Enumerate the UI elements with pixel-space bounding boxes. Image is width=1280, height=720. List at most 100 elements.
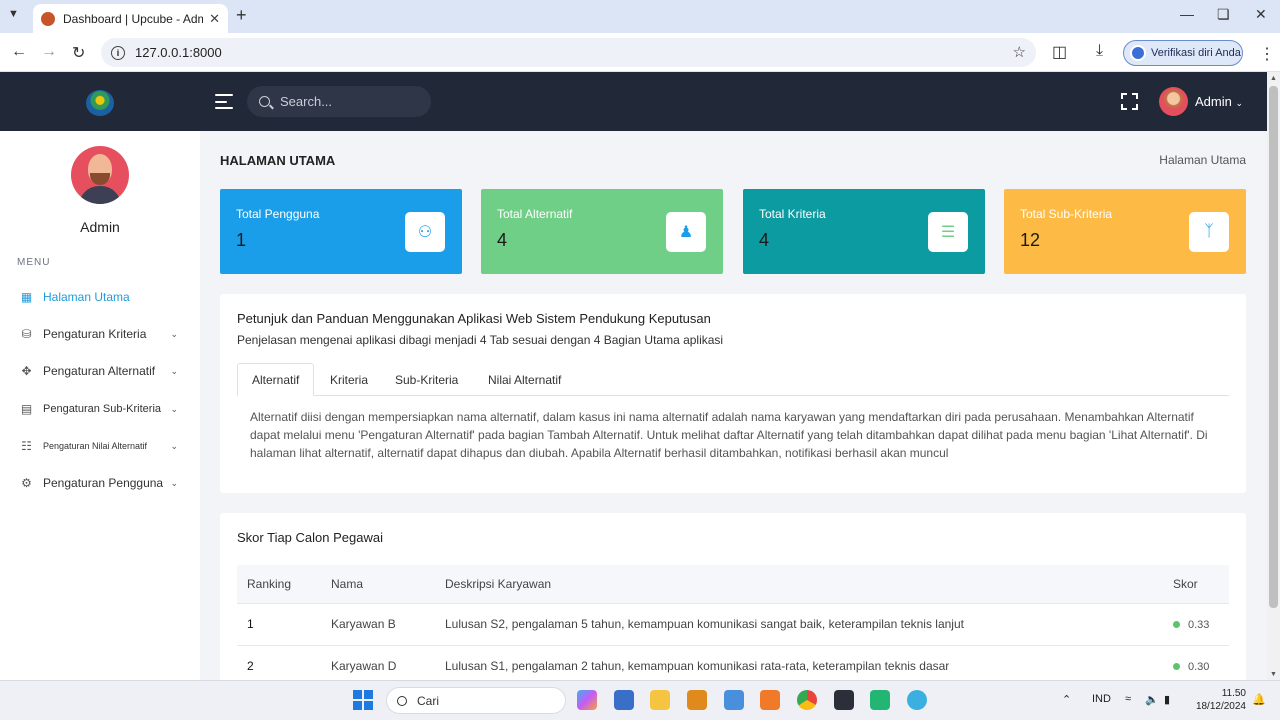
branch-icon: ᛉ	[1189, 212, 1229, 252]
page-scrollbar[interactable]: ▲ ▼	[1267, 72, 1280, 680]
stat-value: 12	[1020, 230, 1041, 250]
new-tab-icon[interactable]: +	[236, 5, 247, 26]
database-icon: ⛁	[21, 327, 32, 341]
menu-toggle-icon[interactable]	[215, 94, 233, 109]
guide-subtitle: Penjelasan mengenai aplikasi dibagi menj…	[237, 333, 724, 347]
user-tie-icon: ♟	[666, 212, 706, 252]
stat-label: Total Kriteria	[759, 207, 826, 221]
scrollbar-thumb[interactable]	[1269, 86, 1278, 608]
close-window-icon[interactable]: ✕	[1255, 6, 1267, 23]
score-value: 0.30	[1188, 661, 1210, 673]
volume-icon[interactable]: 🔈	[1145, 693, 1159, 706]
page-title: HALAMAN UTAMA	[220, 153, 336, 168]
user-cog-icon: ⚙	[21, 476, 32, 490]
tab-content: Alternatif diisi dengan mempersiapkan na…	[250, 410, 1208, 460]
header-user-name: Admin	[1195, 94, 1232, 109]
clipboard-icon: ☷	[21, 439, 32, 453]
status-dot-icon	[1173, 621, 1180, 629]
notification-bell-icon[interactable]: 🔔	[1252, 693, 1266, 706]
minimize-icon[interactable]: —	[1180, 6, 1194, 22]
score-value: 0.33	[1188, 619, 1210, 631]
forward-icon[interactable]: →	[41, 43, 57, 61]
score-card: Skor Tiap Calon Pegawai Ranking Nama Des…	[220, 513, 1246, 688]
file-explorer-icon[interactable]	[650, 690, 670, 710]
status-dot-icon	[1173, 663, 1180, 671]
maximize-icon[interactable]: ❏	[1217, 6, 1230, 23]
bookmark-star-icon[interactable]: ☆	[1013, 43, 1026, 61]
site-info-icon[interactable]: i	[111, 45, 125, 60]
chevron-down-icon: ⌄	[170, 365, 178, 376]
header-avatar[interactable]	[1159, 87, 1188, 116]
table-header-row: Ranking Nama Deskripsi Karyawan Skor	[237, 565, 1229, 604]
search-box[interactable]	[247, 86, 431, 117]
tab-kriteria[interactable]: Kriteria	[316, 363, 382, 396]
download-icon[interactable]: ⤓	[1096, 42, 1103, 60]
verify-identity-button[interactable]: Verifikasi diri Anda	[1123, 40, 1243, 66]
sidebar-item-pengaturan-sub-kriteria[interactable]: ▤ Pengaturan Sub-Kriteria ⌄	[20, 399, 190, 419]
browser-toolbar: ← → ↻ i 127.0.0.1:8000 ☆ ◫ ⤓	[0, 33, 1280, 72]
search-icon	[259, 96, 270, 107]
wifi-icon[interactable]: ≈	[1125, 693, 1131, 705]
tab-alternatif[interactable]: Alternatif	[237, 363, 315, 396]
breadcrumb[interactable]: Halaman Utama	[1159, 153, 1246, 167]
desc-cell: Lulusan S2, pengalaman 5 tahun, kemampua…	[435, 603, 1163, 646]
search-input[interactable]	[280, 94, 410, 109]
tray-chevron-up-icon[interactable]: ⌃	[1062, 693, 1071, 706]
stat-value: 1	[236, 230, 247, 250]
sidebar-avatar	[71, 146, 129, 204]
scroll-down-icon[interactable]: ▼	[1270, 671, 1277, 678]
tab-list-icon[interactable]: ▼	[8, 8, 19, 20]
stat-card-alternatif: Total Alternatif 4 ♟	[481, 189, 723, 274]
stat-card-kriteria: Total Kriteria 4 ☰	[743, 189, 985, 274]
sidebar-item-pengaturan-pengguna[interactable]: ⚙ Pengaturan Pengguna ⌄	[20, 473, 190, 493]
stat-label: Total Alternatif	[497, 207, 573, 221]
sidebar-item-label: Pengaturan Nilai Alternatif	[43, 441, 148, 451]
language-indicator[interactable]: IND	[1092, 693, 1111, 705]
back-icon[interactable]: ←	[11, 43, 27, 61]
sidebar-item-pengaturan-kriteria[interactable]: ⛁ Pengaturan Kriteria ⌄	[20, 324, 190, 344]
pycharm-icon[interactable]	[870, 690, 890, 710]
terminal-icon[interactable]	[834, 690, 854, 710]
tab-sub-kriteria[interactable]: Sub-Kriteria	[381, 363, 472, 396]
reload-icon[interactable]: ↻	[72, 43, 85, 63]
user-dropdown[interactable]: Admin ⌄	[1195, 94, 1243, 109]
profile-icon	[1130, 45, 1146, 61]
windows-start-icon[interactable]	[353, 690, 373, 710]
fullscreen-icon[interactable]	[1121, 93, 1138, 110]
sidebar-item-pengaturan-alternatif[interactable]: ✥ Pengaturan Alternatif ⌄	[20, 361, 190, 381]
chrome-icon[interactable]	[797, 690, 817, 710]
chevron-down-icon: ⌄	[170, 328, 178, 339]
notepad-icon[interactable]	[724, 690, 744, 710]
sidebar-item-label: Pengaturan Alternatif	[43, 364, 156, 378]
column-header: Deskripsi Karyawan	[435, 565, 1163, 604]
browser-menu-icon[interactable]: ⋮	[1259, 44, 1275, 64]
scroll-up-icon[interactable]: ▲	[1270, 75, 1277, 82]
xampp-icon[interactable]	[760, 690, 780, 710]
stat-card-sub-kriteria: Total Sub-Kriteria 12 ᛉ	[1004, 189, 1246, 274]
clock-time: 11.50	[1221, 688, 1246, 699]
sidebar-item-pengaturan-nilai-alternatif[interactable]: ☷ Pengaturan Nilai Alternatif ⌄	[20, 436, 190, 456]
extensions-icon[interactable]: ◫	[1052, 42, 1067, 62]
address-bar[interactable]: i 127.0.0.1:8000 ☆	[101, 38, 1036, 67]
column-header: Ranking	[237, 565, 321, 604]
tab-nilai-alternatif[interactable]: Nilai Alternatif	[474, 363, 575, 396]
guide-card: Petunjuk dan Panduan Menggunakan Aplikas…	[220, 294, 1246, 493]
close-tab-icon[interactable]: ✕	[209, 11, 220, 27]
chevron-down-icon: ⌄	[170, 440, 178, 451]
network-app-icon[interactable]	[614, 690, 634, 710]
sublime-text-icon[interactable]	[687, 690, 707, 710]
url-text[interactable]: 127.0.0.1:8000	[135, 45, 222, 60]
guide-tabs: Alternatif Kriteria Sub-Kriteria Nilai A…	[237, 363, 1229, 396]
sidebar-user-name: Admin	[80, 219, 120, 235]
browser-tab[interactable]: Dashboard | Upcube - Admin & ✕	[33, 4, 228, 33]
copilot-icon[interactable]	[577, 690, 597, 710]
app-logo[interactable]	[86, 90, 114, 116]
battery-icon[interactable]: ▮	[1164, 693, 1170, 706]
sidebar-item-label: Pengaturan Pengguna	[43, 476, 164, 490]
column-header: Nama	[321, 565, 435, 604]
score-title: Skor Tiap Calon Pegawai	[237, 530, 383, 545]
browser-app-icon[interactable]	[907, 690, 927, 710]
taskbar-search[interactable]: Cari	[386, 687, 566, 714]
taskbar-clock[interactable]: 11.50 18/12/2024	[1190, 687, 1246, 713]
sidebar-item-halaman-utama[interactable]: ▦ Halaman Utama	[20, 287, 190, 307]
